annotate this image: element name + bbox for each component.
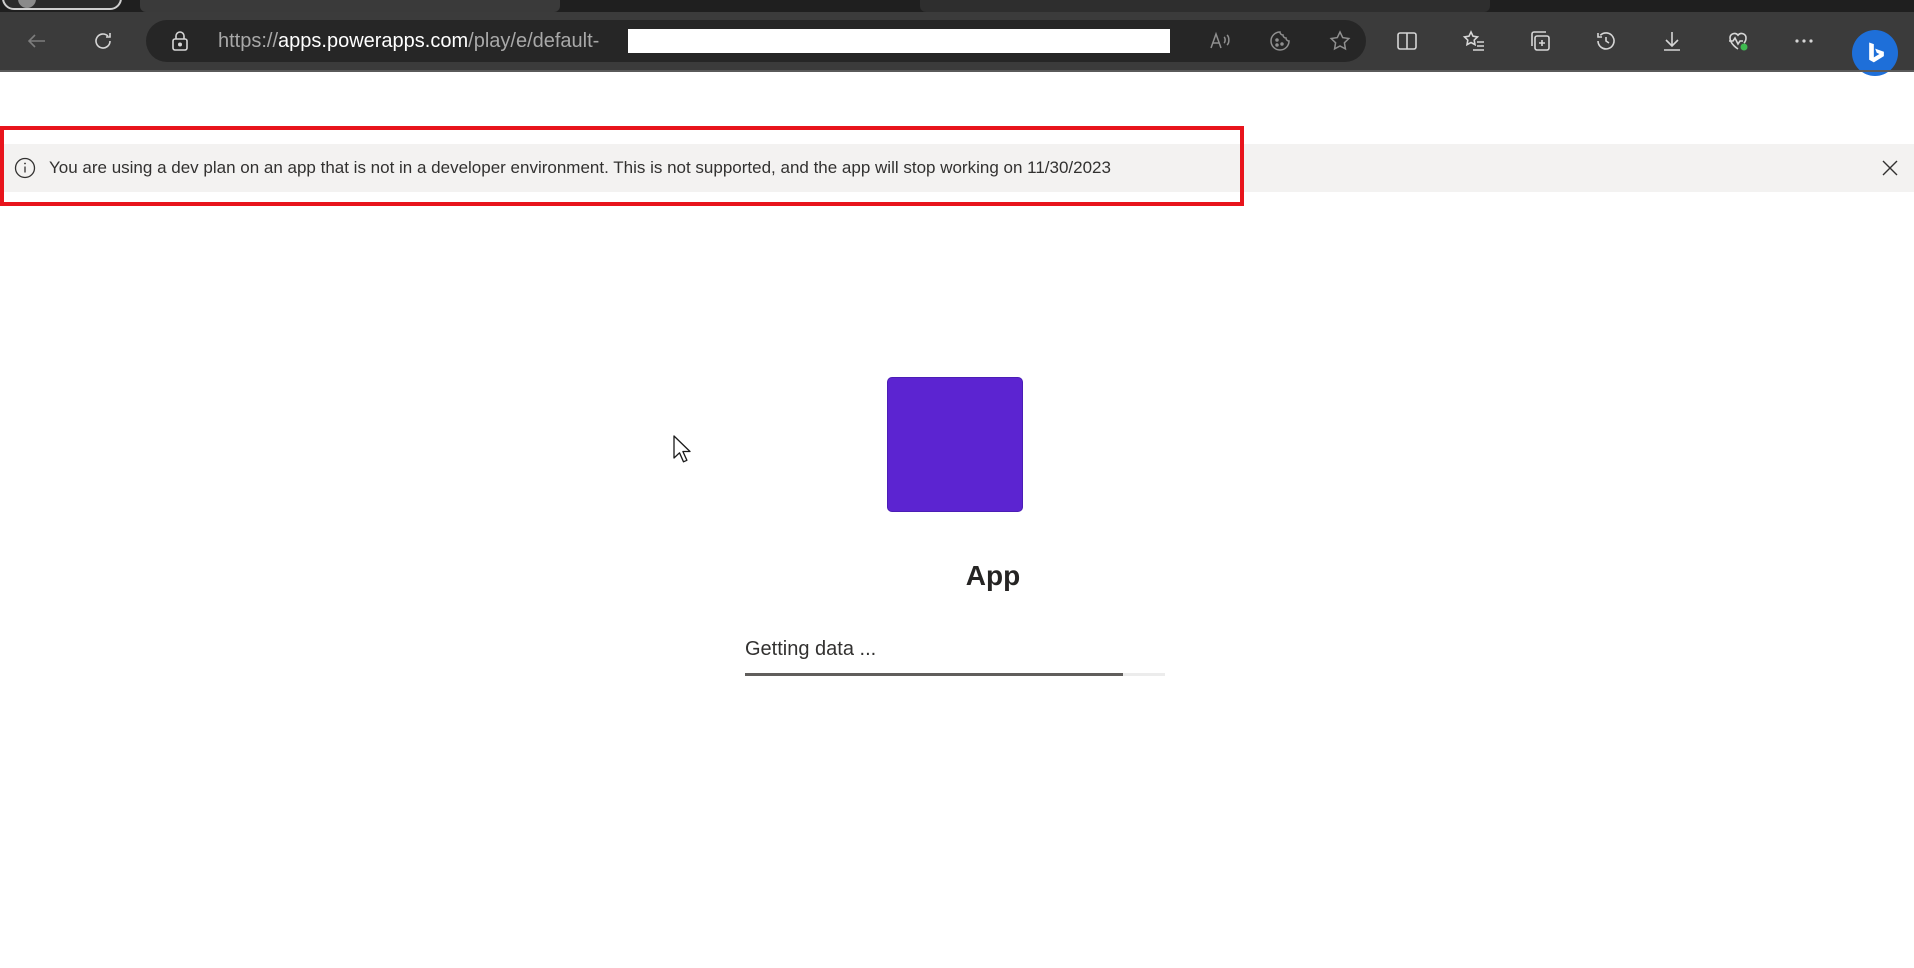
loading-progress-bar [745,673,1165,676]
favorites-icon[interactable] [1459,26,1489,56]
tab-inactive-1[interactable] [140,0,560,12]
loading-progress-fill [745,673,1123,676]
dev-plan-warning-banner: You are using a dev plan on an app that … [0,144,1914,192]
mouse-cursor-icon [672,434,694,464]
address-bar[interactable]: https://apps.powerapps.com/play/e/defaul… [146,20,1366,62]
refresh-icon[interactable] [88,26,118,56]
url-domain: apps.powerapps.com [278,30,469,52]
browser-essentials-icon[interactable] [1723,26,1753,56]
back-icon[interactable] [22,26,52,56]
lock-icon[interactable] [170,30,190,52]
url-redaction [628,29,1170,53]
more-icon[interactable] [1789,26,1819,56]
close-icon[interactable] [1878,156,1902,180]
favorite-star-icon[interactable] [1328,30,1352,52]
toolbar-divider [0,70,1914,72]
url-path: /play/e/default- [468,30,600,52]
collections-icon[interactable] [1525,26,1555,56]
loading-status: Getting data ... [745,638,877,660]
cookie-icon[interactable] [1268,30,1292,52]
tab-strip [0,0,1914,12]
url-text[interactable]: https://apps.powerapps.com/play/e/defaul… [218,30,599,52]
history-icon[interactable] [1591,26,1621,56]
url-scheme: https:// [218,30,279,52]
split-screen-icon[interactable] [1392,26,1422,56]
app-icon-tile [887,377,1023,512]
app-name: App [965,560,1021,591]
info-icon [14,157,36,179]
downloads-icon[interactable] [1657,26,1687,56]
profile-tab-button[interactable] [2,0,122,10]
profile-avatar-icon [18,0,36,8]
tab-inactive-2[interactable] [920,0,1490,12]
read-aloud-icon[interactable] [1208,30,1232,52]
banner-message: You are using a dev plan on an app that … [49,158,1111,177]
browser-toolbar: https://apps.powerapps.com/play/e/defaul… [0,12,1914,76]
